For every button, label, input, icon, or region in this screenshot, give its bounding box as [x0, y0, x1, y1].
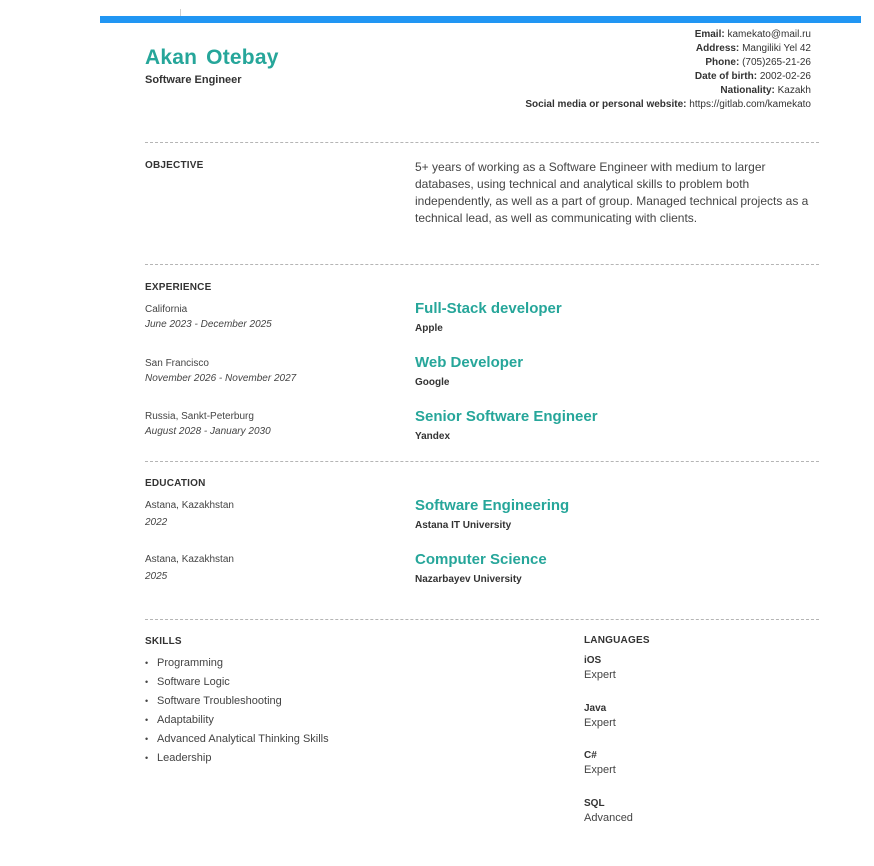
contact-value: (705)265-21-26 — [742, 57, 811, 68]
candidate-role: Software Engineer — [145, 74, 242, 86]
education-location: Astana, Kazakhstan — [145, 554, 234, 565]
skills-list: • Programming • Software Logic • Software T… — [145, 656, 329, 770]
skill-label: Advanced Analytical Thinking Skills — [157, 733, 329, 745]
objective-text: 5+ years of working as a Software Engine… — [415, 160, 809, 225]
skill-label: Leadership — [157, 752, 212, 764]
contact-value: Kazakh — [777, 85, 811, 96]
experience-position: Full-Stack developer — [415, 300, 562, 317]
experience-location: Russia, Sankt-Peterburg — [145, 411, 254, 422]
language-item: iOS Expert — [584, 654, 633, 702]
experience-dates: November 2026 - November 2027 — [145, 373, 297, 384]
contact-website: Social media or personal website: https:… — [525, 98, 811, 112]
experience-location: San Francisco — [145, 358, 209, 369]
skill-label: Software Logic — [157, 676, 230, 688]
education-meta: Astana, Kazakhstan 2025 — [145, 552, 234, 584]
language-name: Java — [584, 702, 607, 714]
contact-phone: Phone: (705)265-21-26 — [525, 56, 811, 70]
contact-dob: Date of birth: 2002-02-26 — [525, 70, 811, 84]
contact-block: Email: kamekato@mail.ru Address: Mangili… — [525, 28, 811, 112]
skill-item: • Programming — [145, 656, 329, 675]
language-item: C# Expert — [584, 749, 633, 797]
contact-label: Date of birth: — [694, 71, 758, 82]
language-level: Advanced — [584, 811, 633, 824]
contact-label: Nationality: — [720, 85, 775, 96]
candidate-name: Akan Otebay — [145, 46, 279, 69]
experience-heading: EXPERIENCE — [145, 282, 212, 293]
experience-company: Apple — [415, 323, 443, 334]
contact-label: Phone: — [705, 57, 740, 68]
experience-location: California — [145, 304, 188, 315]
contact-label: Address: — [695, 43, 740, 54]
contact-email: Email: kamekato@mail.ru — [525, 28, 811, 42]
experience-meta: California June 2023 - December 2025 — [145, 302, 272, 332]
experience-meta: Russia, Sankt-Peterburg August 2028 - Ja… — [145, 409, 271, 439]
contact-nationality: Nationality: Kazakh — [525, 84, 811, 98]
contact-website-link[interactable]: https://gitlab.com/kamekato — [689, 99, 811, 110]
top-accent-bar — [100, 16, 861, 23]
languages-heading: LANGUAGES — [584, 635, 650, 646]
language-item: Java Expert — [584, 702, 633, 750]
experience-position: Web Developer — [415, 354, 524, 371]
experience-dates: June 2023 - December 2025 — [145, 319, 272, 330]
bullet-icon: • — [145, 715, 149, 725]
experience-position: Senior Software Engineer — [415, 408, 598, 425]
experience-company: Yandex — [415, 431, 451, 442]
bullet-icon: • — [145, 658, 149, 668]
section-divider — [145, 142, 819, 143]
education-heading: EDUCATION — [145, 478, 206, 489]
education-location: Astana, Kazakhstan — [145, 500, 234, 511]
contact-value: kamekato@mail.ru — [727, 29, 811, 40]
skill-label: Programming — [157, 657, 224, 669]
bullet-icon: • — [145, 734, 149, 744]
education-meta: Astana, Kazakhstan 2022 — [145, 498, 234, 530]
language-name: C# — [584, 750, 597, 761]
language-name: SQL — [584, 797, 605, 809]
language-level: Expert — [584, 716, 616, 729]
education-degree: Software Engineering — [415, 497, 570, 514]
skill-label: Software Troubleshooting — [157, 695, 282, 707]
experience-company: Google — [415, 377, 450, 388]
language-name: iOS — [584, 655, 602, 666]
skill-label: Adaptability — [157, 714, 214, 726]
skill-item: • Adaptability — [145, 713, 329, 732]
top-tick-mark — [180, 9, 181, 16]
language-level: Expert — [584, 764, 616, 776]
section-divider — [145, 461, 819, 462]
skills-heading: SKILLS — [145, 636, 182, 647]
contact-value: Mangiliki Yel 42 — [742, 43, 811, 54]
education-year: 2025 — [145, 571, 168, 582]
skill-item: • Software Logic — [145, 675, 329, 694]
bullet-icon: • — [145, 696, 149, 706]
language-level: Expert — [584, 669, 616, 681]
section-divider — [145, 264, 819, 265]
contact-address: Address: Mangiliki Yel 42 — [525, 42, 811, 56]
contact-label: Social media or personal website: — [525, 99, 687, 110]
contact-label: Email: — [694, 29, 725, 40]
skill-item: • Advanced Analytical Thinking Skills — [145, 732, 329, 751]
skill-item: • Software Troubleshooting — [145, 694, 329, 713]
education-school: Astana IT University — [415, 520, 512, 531]
skill-item: • Leadership — [145, 751, 329, 770]
objective-heading: OBJECTIVE — [145, 160, 204, 171]
bullet-icon: • — [145, 677, 149, 687]
experience-meta: San Francisco November 2026 - November 2… — [145, 356, 296, 386]
section-divider — [145, 619, 819, 620]
language-item: SQL Advanced — [584, 797, 633, 845]
contact-value: 2002-02-26 — [759, 71, 811, 82]
education-year: 2022 — [145, 517, 168, 528]
languages-list: iOS Expert Java Expert C# Expert SQL Adv… — [584, 654, 633, 844]
bullet-icon: • — [145, 753, 149, 763]
experience-dates: August 2028 - January 2030 — [145, 426, 271, 437]
education-degree: Computer Science — [415, 551, 547, 568]
education-school: Nazarbayev University — [415, 574, 522, 585]
